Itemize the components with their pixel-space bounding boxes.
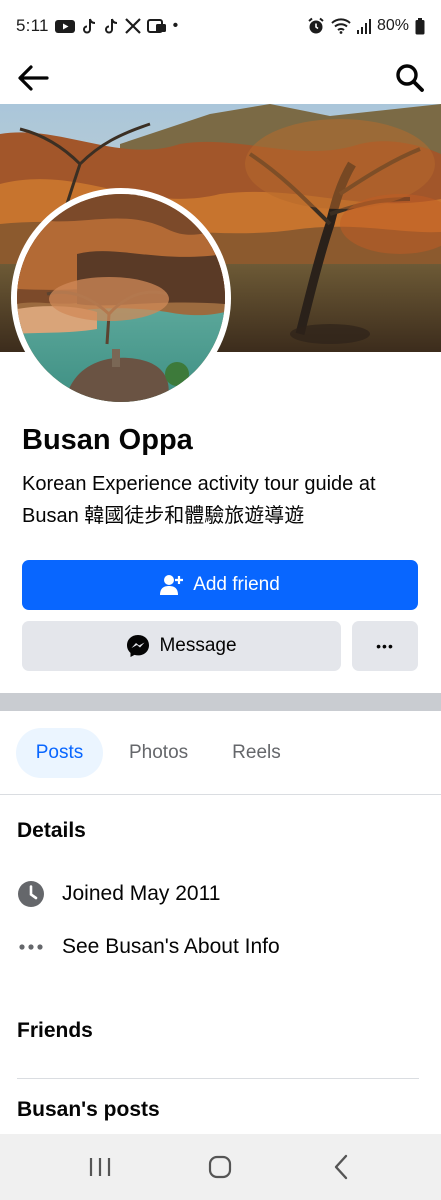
profile-name: Busan Oppa (22, 424, 193, 456)
detail-about-info[interactable]: See Busan's About Info (17, 933, 280, 961)
tiktok-icon (103, 18, 119, 35)
joined-text: Joined May 2011 (62, 882, 221, 905)
signal-icon (356, 18, 371, 34)
more-dots-icon: ••• (376, 638, 394, 654)
search-icon (396, 64, 424, 92)
avatar-image (17, 194, 225, 402)
add-friend-button[interactable]: Add friend (22, 560, 418, 610)
back-nav-button[interactable] (311, 1143, 371, 1191)
home-icon (209, 1155, 232, 1179)
battery-icon (415, 17, 425, 35)
status-dot: • (172, 17, 179, 34)
tabs-divider (0, 794, 441, 795)
profile-bio: Korean Experience activity tour guide at… (22, 473, 376, 527)
clock-icon (17, 880, 45, 908)
status-right: 80% (307, 17, 425, 35)
x-logo-icon (124, 18, 141, 34)
recent-apps-icon (90, 1158, 111, 1176)
add-friend-label: Add friend (193, 574, 280, 595)
more-dots-icon (17, 933, 45, 961)
detail-joined: Joined May 2011 (17, 880, 220, 908)
wifi-icon (331, 18, 351, 34)
more-options-button[interactable]: ••• (352, 621, 418, 671)
about-info-text: See Busan's About Info (62, 935, 280, 958)
section-divider (0, 693, 441, 711)
message-label: Message (159, 635, 237, 656)
messenger-icon (127, 635, 150, 657)
tab-reels[interactable]: Reels (214, 728, 299, 778)
tiktok-icon (81, 18, 97, 35)
status-time: 5:11 (16, 16, 49, 35)
tab-photos[interactable]: Photos (111, 728, 206, 778)
search-button[interactable] (393, 61, 427, 95)
arrow-left-icon (18, 65, 49, 91)
friends-title: Friends (17, 1019, 93, 1042)
back-button[interactable] (16, 61, 50, 95)
profile-tabs: Posts Photos Reels (16, 728, 299, 778)
battery-percent: 80% (376, 17, 409, 34)
posts-title: Busan's posts (17, 1098, 160, 1121)
system-nav-bar (0, 1134, 441, 1200)
alarm-icon (307, 17, 325, 35)
friends-divider (17, 1078, 419, 1079)
status-bar: 5:11 • 80% (0, 0, 441, 52)
app-bar (0, 52, 441, 104)
status-left: 5:11 • (16, 16, 178, 36)
chevron-left-icon (334, 1154, 348, 1180)
tab-posts[interactable]: Posts (16, 728, 103, 778)
details-title: Details (17, 819, 86, 842)
message-button[interactable]: Message (22, 621, 341, 671)
youtube-icon (54, 19, 75, 34)
home-button[interactable] (190, 1143, 250, 1191)
recent-apps-button[interactable] (70, 1143, 130, 1191)
add-friend-icon (160, 575, 184, 595)
profile-avatar[interactable] (11, 188, 231, 408)
messenger-notification-icon (146, 18, 167, 34)
